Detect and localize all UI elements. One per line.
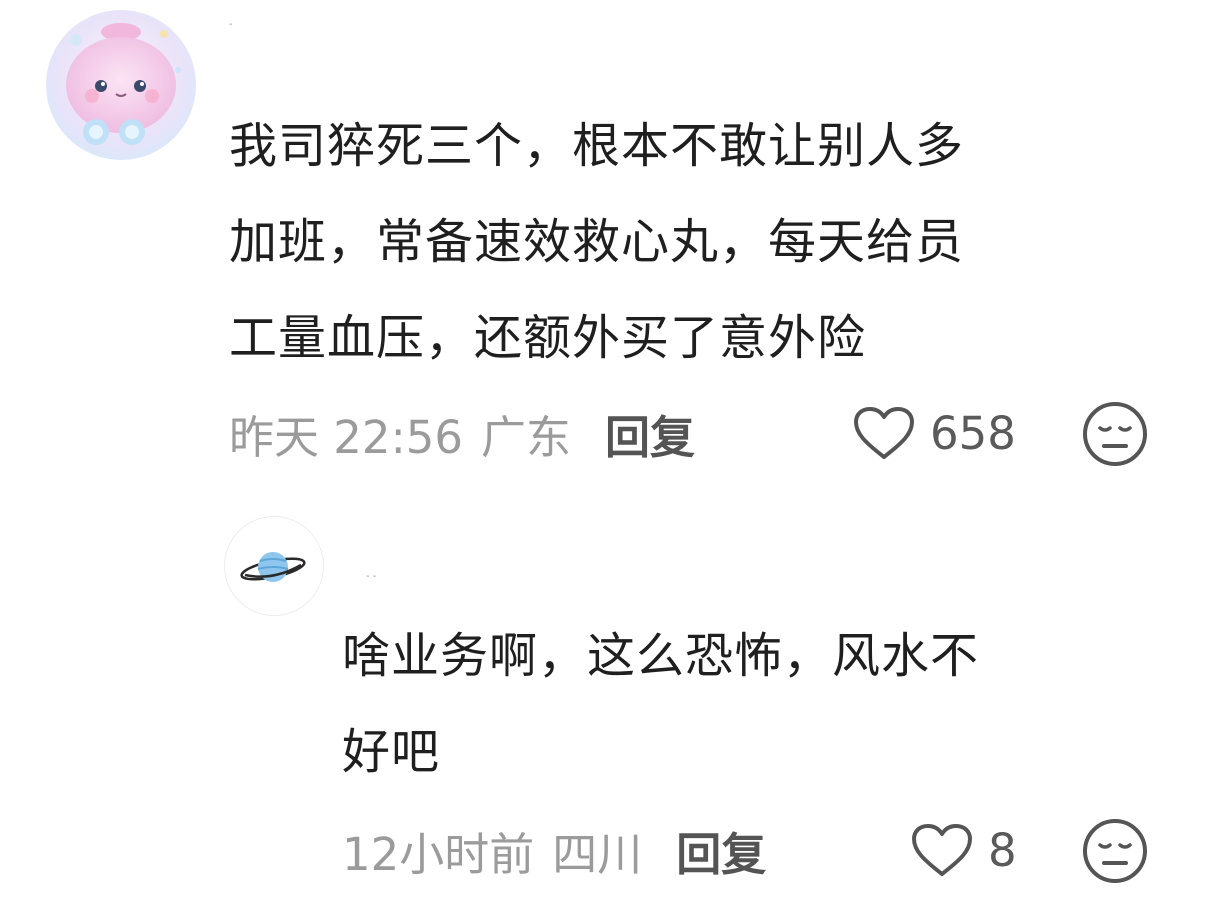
comment-text-line: 好吧	[342, 724, 441, 780]
username[interactable]: - -	[366, 572, 376, 582]
user-avatar[interactable]	[46, 10, 196, 160]
dislike-button[interactable]	[1082, 818, 1148, 884]
like-count: 658	[930, 406, 1016, 460]
heart-icon	[854, 407, 914, 459]
comment-text-line: 啥业务啊，这么恐怖，风水不	[342, 628, 980, 684]
like-button[interactable]: 658	[852, 403, 1016, 463]
comment-location: 广东	[481, 410, 572, 464]
pink-blob-avatar-icon	[46, 10, 196, 160]
username[interactable]: -	[229, 20, 233, 30]
reply-button[interactable]: 回复	[605, 401, 695, 466]
comment-meta: 12小时前 四川 回复	[342, 818, 766, 883]
neutral-face-icon	[1083, 819, 1147, 883]
dislike-button[interactable]	[1082, 401, 1148, 467]
comment-meta: 昨天 22:56 广东 回复	[229, 401, 695, 466]
reply-button[interactable]: 回复	[676, 818, 766, 883]
heart-icon	[912, 824, 972, 876]
user-avatar[interactable]	[224, 516, 324, 616]
like-button[interactable]: 8	[910, 820, 1017, 880]
comment-text-line: 工量血压，还额外买了意外险	[229, 310, 867, 366]
comment-location: 四川	[552, 827, 643, 881]
planet-avatar-icon	[225, 517, 323, 615]
like-count: 8	[988, 823, 1017, 877]
comment-text-line: 我司猝死三个，根本不敢让别人多	[229, 118, 965, 174]
comment-time: 昨天 22:56	[229, 410, 463, 464]
comment-text: 啥业务啊，这么恐怖，风水不 好吧	[342, 608, 979, 800]
comment-text: 我司猝死三个，根本不敢让别人多 加班，常备速效救心丸，每天给员 工量血压，还额外…	[229, 98, 964, 386]
neutral-face-icon	[1083, 402, 1147, 466]
comment-text-line: 加班，常备速效救心丸，每天给员	[229, 214, 965, 270]
comment-time: 12小时前	[342, 827, 535, 881]
